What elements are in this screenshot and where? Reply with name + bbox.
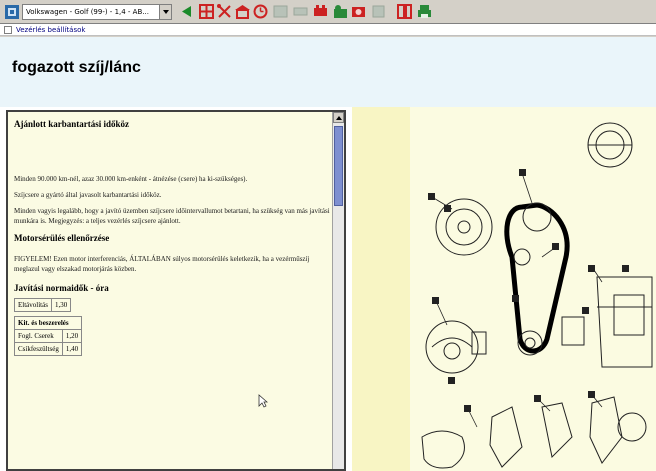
table-cell: Csíkfeszültség bbox=[14, 342, 63, 356]
wrench-icon[interactable] bbox=[312, 3, 329, 20]
content-area: Ajánlott karbantartási időköz Minden 90.… bbox=[0, 107, 656, 471]
timing-belt-diagram bbox=[352, 107, 656, 471]
labour-spec-table: Kit. és beszerelés Fogl. Cserek 1,20 Csí… bbox=[13, 316, 83, 356]
table-header: Kit. és beszerelés bbox=[13, 316, 83, 330]
paragraph: Szíjcsere a gyártó által javasolt karban… bbox=[14, 191, 162, 199]
garage-icon[interactable] bbox=[234, 3, 251, 20]
section-title-labour-times: Javítási normaidők - óra bbox=[14, 283, 109, 293]
back-icon[interactable] bbox=[178, 3, 195, 20]
grid-icon[interactable] bbox=[198, 3, 215, 20]
tab-vezerles[interactable]: Vezérlés beállítások bbox=[16, 24, 85, 36]
paragraph: Minden 90.000 km-nél, azaz 30.000 km-enk… bbox=[14, 175, 248, 183]
table-row: Kit. és beszerelés bbox=[13, 316, 83, 330]
vehicle-select[interactable]: Volkswagen - Golf (99-) - 1,4 - AB... bbox=[22, 4, 172, 20]
info-text-panel[interactable]: Ajánlott karbantartási időköz Minden 90.… bbox=[6, 110, 346, 471]
table-cell: 1,40 bbox=[61, 342, 83, 356]
info-text-content: Ajánlott karbantartási időköz Minden 90.… bbox=[13, 118, 332, 356]
tab-bar: Vezérlés beállítások bbox=[0, 24, 656, 36]
page-header: fogazott szíj/lánc bbox=[0, 37, 656, 107]
labour-time-table: Eltávolítás 1,30 bbox=[14, 298, 72, 312]
app-logo-icon bbox=[4, 4, 20, 20]
chevron-down-icon[interactable] bbox=[159, 5, 171, 19]
camera-icon[interactable] bbox=[350, 3, 367, 20]
tools-icon[interactable] bbox=[216, 3, 233, 20]
tree-icon[interactable] bbox=[332, 3, 349, 20]
table-row: Csíkfeszültség 1,40 bbox=[14, 342, 83, 356]
section-title-maintenance: Ajánlott karbantartási időköz bbox=[14, 119, 130, 129]
table-cell: 1,30 bbox=[50, 298, 72, 312]
toolbar: Volkswagen - Golf (99-) - 1,4 - AB... bbox=[0, 0, 656, 24]
vertical-scrollbar[interactable] bbox=[332, 112, 344, 469]
tab-checkbox[interactable] bbox=[4, 26, 12, 34]
section-title-engine-damage: Motorsérülés ellenőrzése bbox=[14, 233, 110, 243]
pages-icon[interactable] bbox=[396, 3, 413, 20]
table-cell: Eltávolítás bbox=[14, 298, 52, 312]
paragraph: Minden vagyis legalább, hogy a javító üz… bbox=[14, 207, 330, 225]
table-row: Eltávolítás 1,30 bbox=[14, 298, 72, 312]
page-title: fogazott szíj/lánc bbox=[12, 59, 141, 76]
vehicle-select-value: Volkswagen - Golf (99-) - 1,4 - AB... bbox=[26, 8, 149, 16]
scroll-up-arrow-icon[interactable] bbox=[333, 112, 344, 123]
clock-icon[interactable] bbox=[252, 3, 269, 20]
print-icon[interactable] bbox=[416, 3, 433, 20]
paragraph-warning: FIGYELEM! Ezen motor interferenciás, ÁLT… bbox=[14, 255, 310, 273]
disabled-icon-2 bbox=[292, 3, 309, 20]
mouse-cursor-icon bbox=[258, 394, 268, 408]
disabled-icon-3 bbox=[370, 3, 387, 20]
timing-belt-drawing bbox=[421, 122, 653, 469]
scroll-thumb[interactable] bbox=[334, 126, 343, 206]
table-row: Fogl. Cserek 1,20 bbox=[14, 329, 83, 343]
disabled-icon-1 bbox=[272, 3, 289, 20]
table-cell: 1,20 bbox=[61, 329, 83, 343]
table-cell: Fogl. Cserek bbox=[14, 329, 63, 343]
